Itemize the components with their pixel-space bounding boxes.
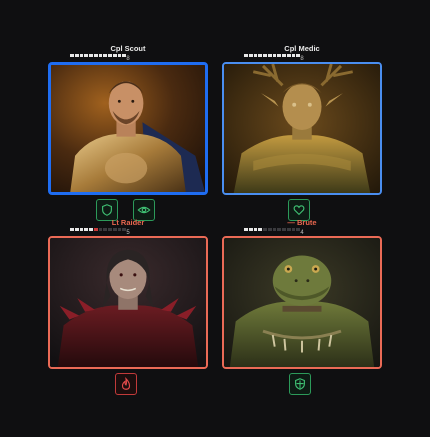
unit-name: Cpl Scout — [110, 44, 146, 53]
shield-cross-icon — [295, 378, 305, 390]
elf-druid-portrait[interactable] — [222, 62, 382, 195]
heart-icon — [293, 205, 305, 216]
shield-icon — [102, 204, 112, 216]
unit-header: Lt Raider 5 — [48, 218, 208, 236]
armored-knight-portrait[interactable] — [48, 62, 208, 195]
eye-icon — [137, 206, 151, 214]
status-badges — [222, 373, 382, 395]
flame-status-badge[interactable] — [115, 373, 137, 395]
unit-header: Cpl Scout 8 — [48, 44, 208, 62]
defense-status-badge[interactable] — [289, 373, 311, 395]
unit-name: — Brute — [287, 218, 317, 227]
unit-header: Cpl Medic 8 — [222, 44, 382, 62]
lizard-brute-portrait[interactable] — [222, 236, 382, 369]
unit-name: Cpl Medic — [284, 44, 320, 53]
unit-header: — Brute 4 — [222, 218, 382, 236]
status-badges — [48, 373, 208, 395]
flame-icon — [121, 377, 131, 390]
unit-name: Lt Raider — [111, 218, 145, 227]
dark-warrior-portrait[interactable] — [48, 236, 208, 369]
